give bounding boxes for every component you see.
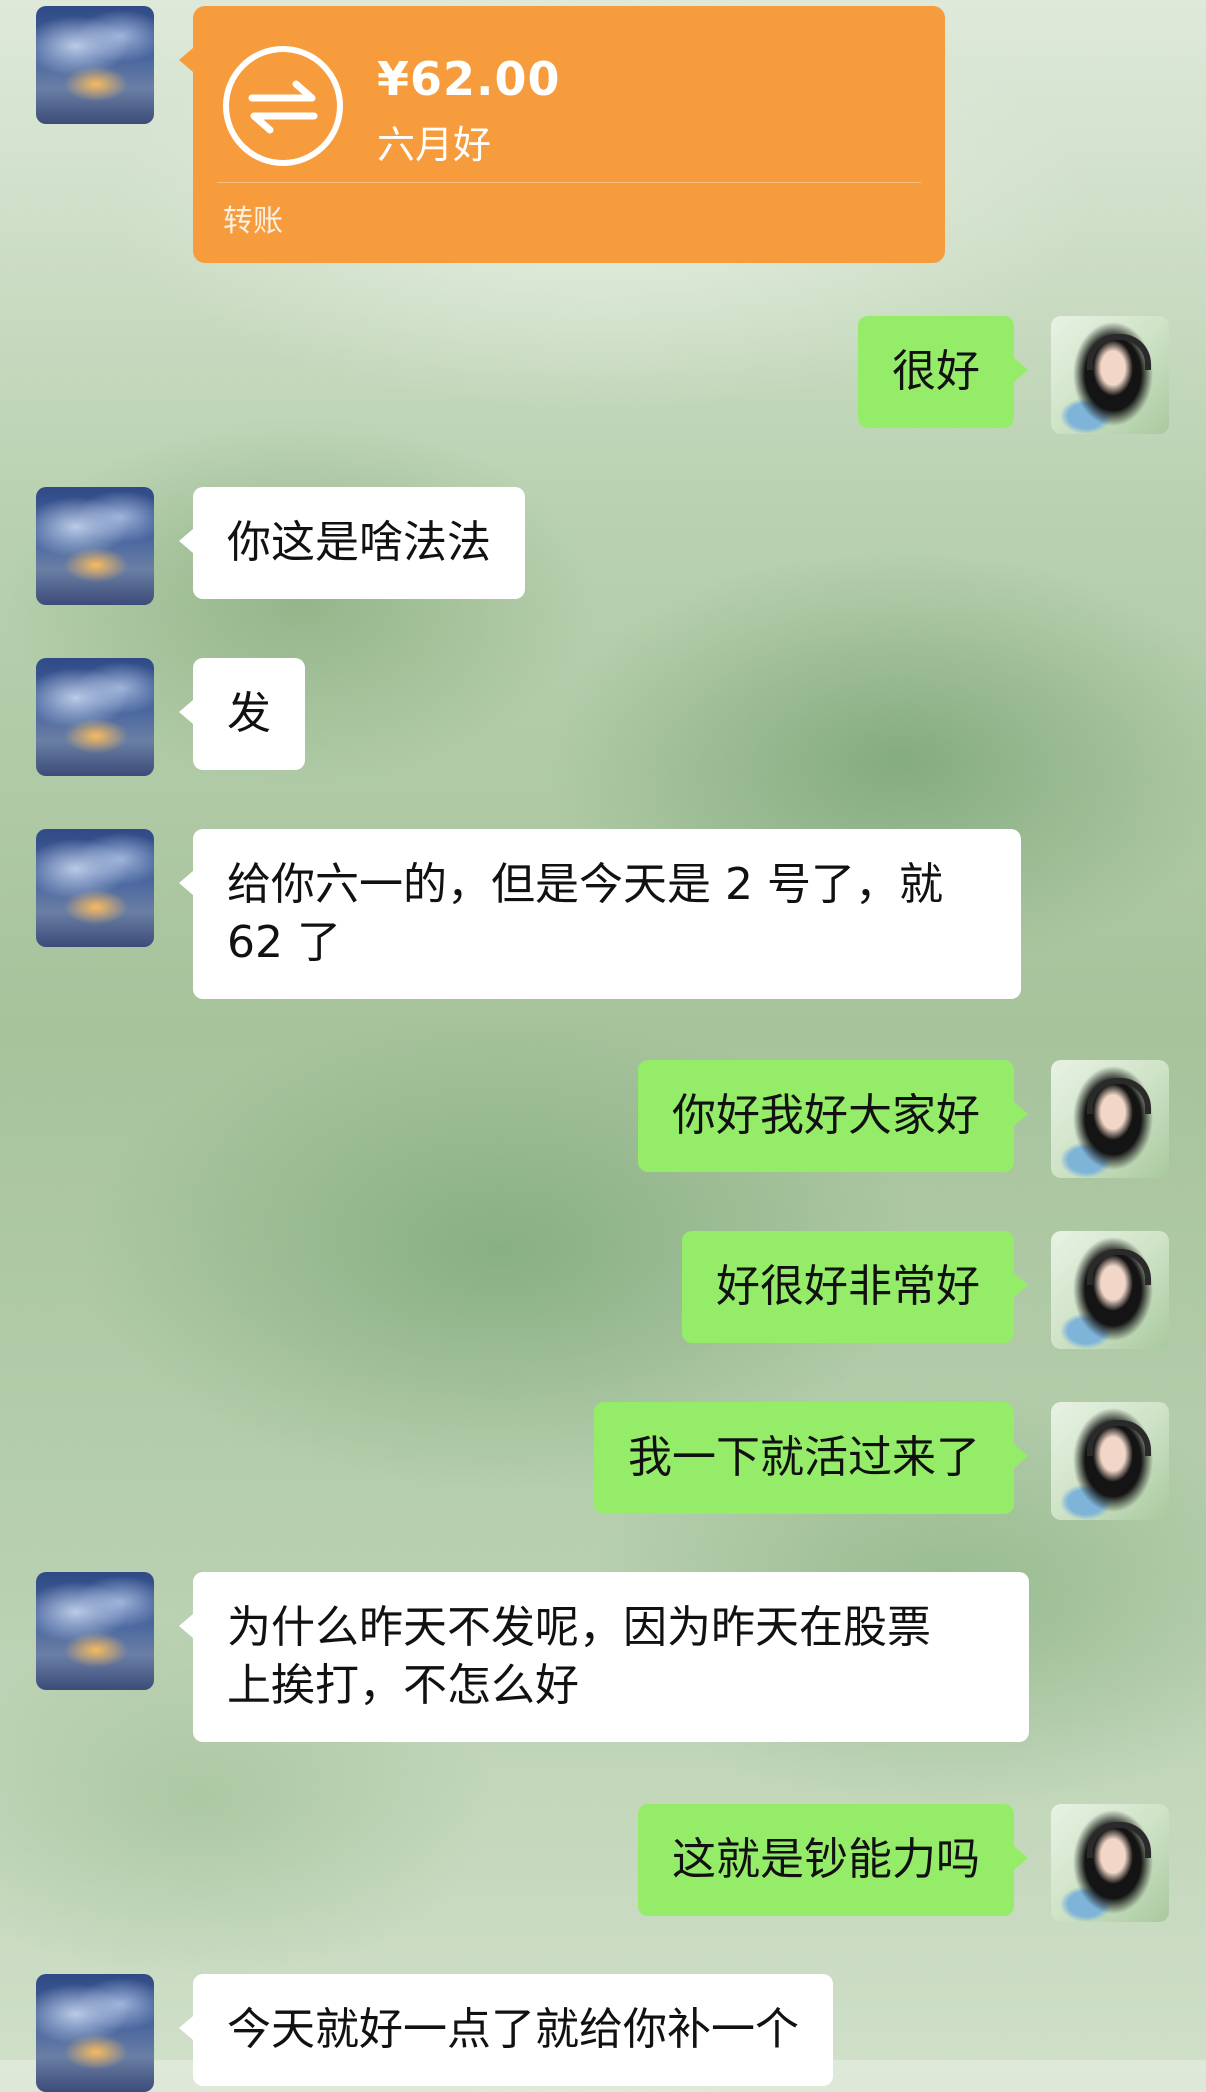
message-bubble-outgoing[interactable]: 很好 xyxy=(858,316,1028,428)
contact-avatar[interactable] xyxy=(36,6,154,124)
message-bubble-outgoing[interactable]: 这就是钞能力吗 xyxy=(638,1804,1028,1916)
message-bubble-outgoing[interactable]: 好很好非常好 xyxy=(682,1231,1028,1343)
contact-avatar[interactable] xyxy=(36,1572,154,1690)
transfer-label: 转账 xyxy=(223,204,283,239)
user-avatar[interactable] xyxy=(1051,316,1169,434)
contact-avatar[interactable] xyxy=(36,658,154,776)
transfer-card[interactable]: ¥62.00 六月好 转账 xyxy=(179,6,945,263)
user-avatar[interactable] xyxy=(1051,1060,1169,1178)
user-avatar[interactable] xyxy=(1051,1402,1169,1520)
contact-avatar[interactable] xyxy=(36,829,154,947)
message-bubble-incoming[interactable]: 发 xyxy=(179,658,305,770)
user-avatar[interactable] xyxy=(1051,1231,1169,1349)
user-avatar[interactable] xyxy=(1051,1804,1169,1922)
message-bubble-incoming[interactable]: 你这是啥法法 xyxy=(179,487,525,599)
message-bubble-incoming[interactable]: 今天就好一点了就给你补一个 xyxy=(179,1974,833,2086)
message-bubble-outgoing[interactable]: 你好我好大家好 xyxy=(638,1060,1028,1172)
transfer-amount: ¥62.00 xyxy=(377,52,561,106)
transfer-divider xyxy=(217,182,921,183)
contact-avatar[interactable] xyxy=(36,487,154,605)
message-bubble-outgoing[interactable]: 我一下就活过来了 xyxy=(594,1402,1028,1514)
transfer-note: 六月好 xyxy=(377,123,492,167)
message-bubble-incoming[interactable]: 为什么昨天不发呢，因为昨天在股票 上挨打，不怎么好 xyxy=(179,1572,1029,1742)
transfer-arrows-icon xyxy=(223,46,343,166)
chat-area: ¥62.00 六月好 转账 很好 你这是啥法法 发 给你六一的，但是今天是 2 … xyxy=(0,0,1206,2092)
contact-avatar[interactable] xyxy=(36,1974,154,2092)
message-bubble-incoming[interactable]: 给你六一的，但是今天是 2 号了，就 62 了 xyxy=(179,829,1021,999)
